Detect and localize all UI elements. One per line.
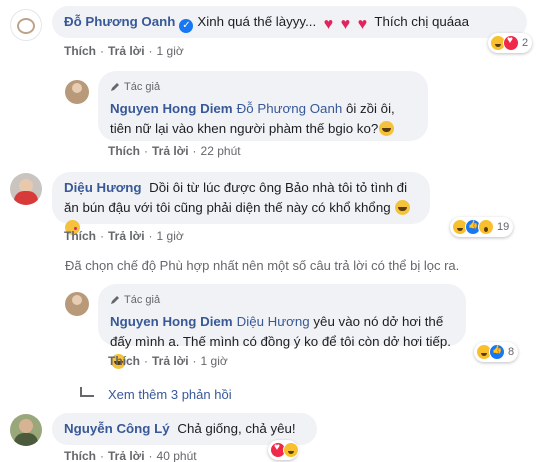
avatar[interactable] xyxy=(65,292,89,316)
comment-actions: Thích · Trả lời · 40 phút xyxy=(64,449,197,462)
reply-link[interactable]: Trả lời xyxy=(152,144,189,158)
reactions-summary[interactable]: 8 xyxy=(474,342,519,362)
reply-link[interactable]: Trả lời xyxy=(152,354,189,368)
like-link[interactable]: Thích xyxy=(64,449,96,462)
reply-bubble: Tác giả Nguyen Hong Diem Diệu Hương yêu v… xyxy=(98,284,466,369)
avatar[interactable] xyxy=(10,9,42,41)
reaction-count: 8 xyxy=(508,346,515,358)
reply-actions: Thích · Trả lời · 1 giờ xyxy=(108,354,228,368)
avatar[interactable] xyxy=(10,414,42,446)
commenter-name[interactable]: Đỗ Phương Oanh xyxy=(64,14,175,29)
reactions-summary[interactable] xyxy=(268,440,299,460)
laughing-emoji-icon xyxy=(395,200,411,215)
comment-text: Chả giống, chả yêu! xyxy=(177,421,296,436)
comment-actions: Thích · Trả lời · 1 giờ xyxy=(64,229,184,243)
pencil-icon xyxy=(111,83,119,91)
reply-link[interactable]: Trả lời xyxy=(108,229,145,243)
comment-text-continued: Thích chị quáaa xyxy=(374,14,469,29)
commenter-name[interactable]: Diệu Hương xyxy=(64,180,141,195)
author-badge: Tác giả xyxy=(110,77,416,97)
like-reaction-icon xyxy=(489,344,505,360)
reply-bubble: Tác giả Nguyen Hong Diem Đỗ Phương Oanh ô… xyxy=(98,71,428,141)
reaction-count: 2 xyxy=(522,37,529,49)
author-label: Tác giả xyxy=(124,81,161,93)
timestamp[interactable]: 1 giờ xyxy=(201,354,228,368)
comment-bubble: Đỗ Phương Oanh ✓ Xinh quá thế làyyy... ♥ ♥ ♥… xyxy=(52,6,527,38)
see-more-replies-link[interactable]: Xem thêm 3 phản hồi xyxy=(80,387,232,402)
comment-bubble: Diệu Hương Dồi ôi từ lúc được ông Bảo nh… xyxy=(52,172,430,235)
reply-actions: Thích · Trả lời · 22 phút xyxy=(108,144,241,158)
mention-link[interactable]: Diệu Hương xyxy=(237,314,310,329)
commenter-name[interactable]: Nguyen Hong Diem xyxy=(110,101,233,116)
reply-arrow-icon xyxy=(80,387,94,397)
heart-emoji-icon: ♥ xyxy=(323,16,334,33)
pencil-icon xyxy=(111,296,119,304)
laughing-emoji-icon xyxy=(379,121,395,136)
love-reaction-icon xyxy=(503,35,519,51)
comment-text: Xinh quá thế làyyy... xyxy=(197,14,317,29)
verified-icon: ✓ xyxy=(179,19,194,33)
haha-reaction-icon xyxy=(283,442,299,458)
wow-reaction-icon xyxy=(478,219,494,235)
like-link[interactable]: Thích xyxy=(108,144,140,158)
see-more-label[interactable]: Xem thêm 3 phản hồi xyxy=(108,387,232,402)
avatar[interactable] xyxy=(65,80,89,104)
heart-emoji-icon: ♥ xyxy=(340,16,351,33)
commenter-name[interactable]: Nguyễn Công Lý xyxy=(64,421,170,436)
timestamp[interactable]: 1 giờ xyxy=(157,44,184,58)
author-badge: Tác giả xyxy=(110,290,454,310)
timestamp[interactable]: 40 phút xyxy=(157,449,197,462)
timestamp[interactable]: 22 phút xyxy=(201,144,241,158)
reply-link[interactable]: Trả lời xyxy=(108,449,145,462)
reply-link[interactable]: Trả lời xyxy=(108,44,145,58)
reactions-summary[interactable]: 19 xyxy=(450,217,514,237)
author-label: Tác giả xyxy=(124,294,161,306)
timestamp[interactable]: 1 giờ xyxy=(157,229,184,243)
reactions-summary[interactable]: 2 xyxy=(488,33,533,53)
like-link[interactable]: Thích xyxy=(64,44,96,58)
filter-notice: Đã chọn chế độ Phù hợp nhất nên một số c… xyxy=(65,258,460,273)
like-link[interactable]: Thích xyxy=(108,354,140,368)
mention-link[interactable]: Đỗ Phương Oanh xyxy=(237,101,343,116)
heart-emoji-icon: ♥ xyxy=(357,16,368,33)
commenter-name[interactable]: Nguyen Hong Diem xyxy=(110,314,233,329)
avatar[interactable] xyxy=(10,173,42,205)
like-link[interactable]: Thích xyxy=(64,229,96,243)
comment-actions: Thích · Trả lời · 1 giờ xyxy=(64,44,184,58)
reaction-count: 19 xyxy=(497,221,510,233)
